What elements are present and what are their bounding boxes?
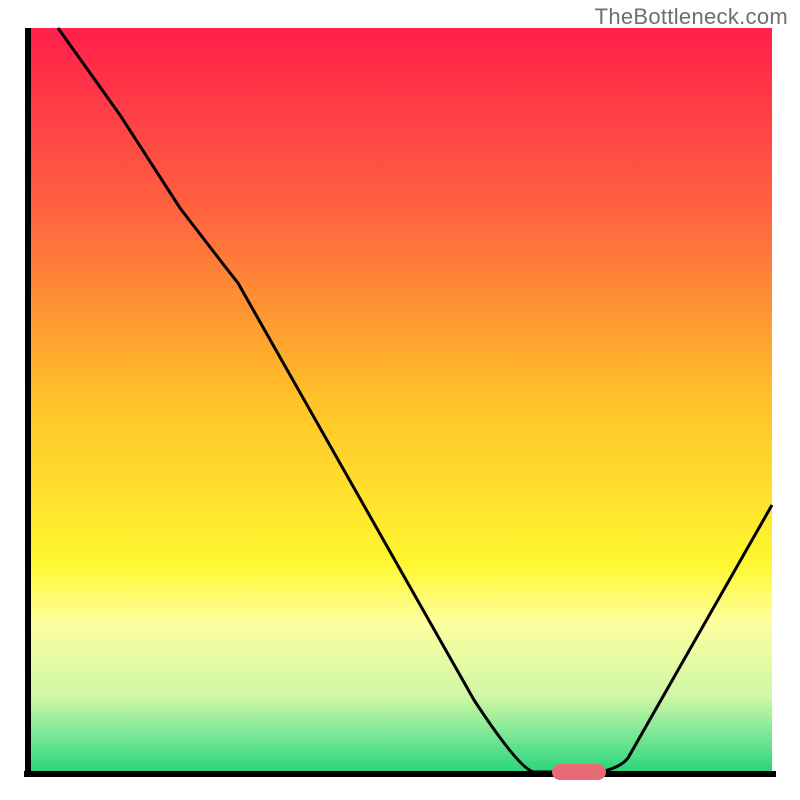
bottleneck-chart bbox=[0, 0, 800, 800]
watermark-text: TheBottleneck.com bbox=[595, 4, 788, 30]
optimal-marker bbox=[552, 764, 606, 780]
gradient-background bbox=[28, 28, 772, 772]
chart-stage: TheBottleneck.com bbox=[0, 0, 800, 800]
plot-area bbox=[24, 28, 776, 780]
